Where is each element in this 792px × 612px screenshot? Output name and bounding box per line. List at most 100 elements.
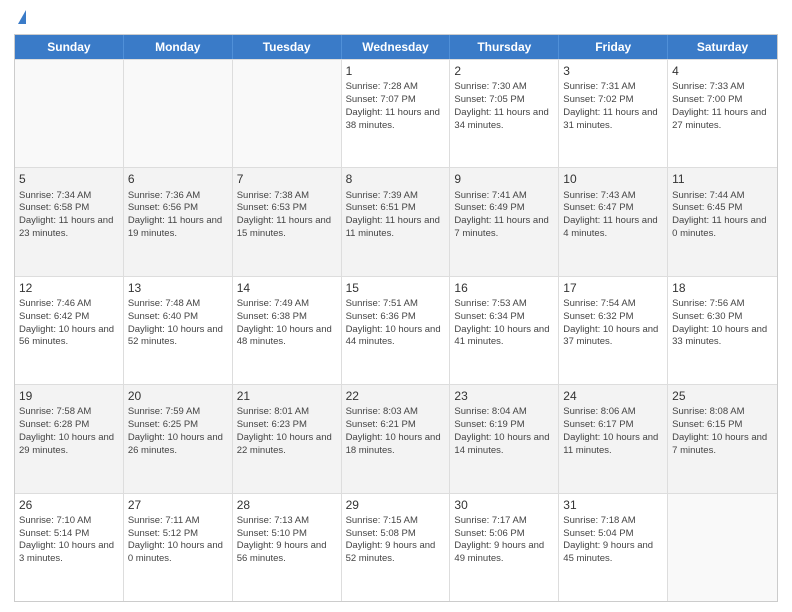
day-number: 7 xyxy=(237,171,337,187)
day-info: Sunrise: 7:41 AM Sunset: 6:49 PM Dayligh… xyxy=(454,190,554,241)
calendar-day-cell: 9 Sunrise: 7:41 AM Sunset: 6:49 PM Daylig… xyxy=(450,168,559,275)
day-number: 19 xyxy=(19,388,119,404)
day-number: 1 xyxy=(346,63,446,79)
calendar-day-cell: 18 Sunrise: 7:56 AM Sunset: 6:30 PM Dayli… xyxy=(668,277,777,384)
day-number: 23 xyxy=(454,388,554,404)
day-info: Sunrise: 7:33 AM Sunset: 7:00 PM Dayligh… xyxy=(672,81,773,132)
calendar-day-cell: 8 Sunrise: 7:39 AM Sunset: 6:51 PM Daylig… xyxy=(342,168,451,275)
day-number: 29 xyxy=(346,497,446,513)
calendar-day-cell: 12Sunrise: 7:46 AM Sunset: 6:42 PM Dayli… xyxy=(15,277,124,384)
calendar-day-cell: 5Sunrise: 7:34 AM Sunset: 6:58 PM Daylig… xyxy=(15,168,124,275)
day-info: Sunrise: 7:51 AM Sunset: 6:36 PM Dayligh… xyxy=(346,298,446,349)
day-info: Sunrise: 8:01 AM Sunset: 6:23 PM Dayligh… xyxy=(237,406,337,457)
day-number: 8 xyxy=(346,171,446,187)
day-info: Sunrise: 7:15 AM Sunset: 5:08 PM Dayligh… xyxy=(346,515,446,566)
calendar-day-cell: 28 Sunrise: 7:13 AM Sunset: 5:10 PM Dayli… xyxy=(233,494,342,601)
calendar-day-cell: 31 Sunrise: 7:18 AM Sunset: 5:04 PM Dayli… xyxy=(559,494,668,601)
day-number: 28 xyxy=(237,497,337,513)
day-number: 5 xyxy=(19,171,119,187)
calendar-day-cell: 27Sunrise: 7:11 AM Sunset: 5:12 PM Dayli… xyxy=(124,494,233,601)
calendar-row: 26 Sunrise: 7:10 AM Sunset: 5:14 PM Dayli… xyxy=(15,493,777,601)
day-info: Sunrise: 7:18 AM Sunset: 5:04 PM Dayligh… xyxy=(563,515,663,566)
weekday-header: Wednesday xyxy=(342,35,451,59)
day-info: Sunrise: 7:53 AM Sunset: 6:34 PM Dayligh… xyxy=(454,298,554,349)
weekday-header: Saturday xyxy=(668,35,777,59)
day-number: 17 xyxy=(563,280,663,296)
day-info: Sunrise: 7:39 AM Sunset: 6:51 PM Dayligh… xyxy=(346,190,446,241)
day-info: Sunrise: 8:08 AM Sunset: 6:15 PM Dayligh… xyxy=(672,406,773,457)
day-info: Sunrise: 7:46 AM Sunset: 6:42 PM Dayligh… xyxy=(19,298,119,349)
day-number: 15 xyxy=(346,280,446,296)
calendar-day-cell: 20Sunrise: 7:59 AM Sunset: 6:25 PM Dayli… xyxy=(124,385,233,492)
day-info: Sunrise: 7:58 AM Sunset: 6:28 PM Dayligh… xyxy=(19,406,119,457)
calendar-day-cell: 30 Sunrise: 7:17 AM Sunset: 5:06 PM Dayli… xyxy=(450,494,559,601)
calendar-day-cell: 16 Sunrise: 7:53 AM Sunset: 6:34 PM Dayli… xyxy=(450,277,559,384)
day-number: 24 xyxy=(563,388,663,404)
calendar-day-cell: 7 Sunrise: 7:38 AM Sunset: 6:53 PM Daylig… xyxy=(233,168,342,275)
calendar-empty-cell xyxy=(15,60,124,167)
day-number: 13 xyxy=(128,280,228,296)
weekday-header: Thursday xyxy=(450,35,559,59)
day-number: 14 xyxy=(237,280,337,296)
day-number: 11 xyxy=(672,171,773,187)
day-number: 9 xyxy=(454,171,554,187)
calendar-header: SundayMondayTuesdayWednesdayThursdayFrid… xyxy=(15,35,777,59)
day-info: Sunrise: 7:59 AM Sunset: 6:25 PM Dayligh… xyxy=(128,406,228,457)
calendar-day-cell: 3 Sunrise: 7:31 AM Sunset: 7:02 PM Daylig… xyxy=(559,60,668,167)
calendar-day-cell: 25 Sunrise: 8:08 AM Sunset: 6:15 PM Dayli… xyxy=(668,385,777,492)
calendar-empty-cell xyxy=(668,494,777,601)
logo xyxy=(14,10,26,26)
calendar-day-cell: 13 Sunrise: 7:48 AM Sunset: 6:40 PM Dayli… xyxy=(124,277,233,384)
calendar-day-cell: 23Sunrise: 8:04 AM Sunset: 6:19 PM Dayli… xyxy=(450,385,559,492)
day-info: Sunrise: 7:31 AM Sunset: 7:02 PM Dayligh… xyxy=(563,81,663,132)
day-number: 22 xyxy=(346,388,446,404)
calendar: SundayMondayTuesdayWednesdayThursdayFrid… xyxy=(14,34,778,602)
calendar-row: 1 Sunrise: 7:28 AM Sunset: 7:07 PM Daylig… xyxy=(15,59,777,167)
day-number: 16 xyxy=(454,280,554,296)
calendar-day-cell: 6 Sunrise: 7:36 AM Sunset: 6:56 PM Daylig… xyxy=(124,168,233,275)
calendar-day-cell: 21 Sunrise: 8:01 AM Sunset: 6:23 PM Dayli… xyxy=(233,385,342,492)
day-info: Sunrise: 7:30 AM Sunset: 7:05 PM Dayligh… xyxy=(454,81,554,132)
day-info: Sunrise: 7:36 AM Sunset: 6:56 PM Dayligh… xyxy=(128,190,228,241)
day-number: 30 xyxy=(454,497,554,513)
day-info: Sunrise: 7:28 AM Sunset: 7:07 PM Dayligh… xyxy=(346,81,446,132)
day-info: Sunrise: 7:10 AM Sunset: 5:14 PM Dayligh… xyxy=(19,515,119,566)
day-info: Sunrise: 7:13 AM Sunset: 5:10 PM Dayligh… xyxy=(237,515,337,566)
day-number: 6 xyxy=(128,171,228,187)
calendar-day-cell: 26 Sunrise: 7:10 AM Sunset: 5:14 PM Dayli… xyxy=(15,494,124,601)
day-info: Sunrise: 7:48 AM Sunset: 6:40 PM Dayligh… xyxy=(128,298,228,349)
calendar-day-cell: 11 Sunrise: 7:44 AM Sunset: 6:45 PM Dayli… xyxy=(668,168,777,275)
day-number: 21 xyxy=(237,388,337,404)
calendar-day-cell: 15 Sunrise: 7:51 AM Sunset: 6:36 PM Dayli… xyxy=(342,277,451,384)
day-number: 3 xyxy=(563,63,663,79)
day-info: Sunrise: 8:03 AM Sunset: 6:21 PM Dayligh… xyxy=(346,406,446,457)
weekday-header: Tuesday xyxy=(233,35,342,59)
weekday-header: Monday xyxy=(124,35,233,59)
day-number: 25 xyxy=(672,388,773,404)
calendar-day-cell: 29 Sunrise: 7:15 AM Sunset: 5:08 PM Dayli… xyxy=(342,494,451,601)
day-info: Sunrise: 7:38 AM Sunset: 6:53 PM Dayligh… xyxy=(237,190,337,241)
calendar-day-cell: 17 Sunrise: 7:54 AM Sunset: 6:32 PM Dayli… xyxy=(559,277,668,384)
day-info: Sunrise: 7:43 AM Sunset: 6:47 PM Dayligh… xyxy=(563,190,663,241)
day-info: Sunrise: 7:44 AM Sunset: 6:45 PM Dayligh… xyxy=(672,190,773,241)
day-number: 2 xyxy=(454,63,554,79)
weekday-header: Sunday xyxy=(15,35,124,59)
calendar-day-cell: 1 Sunrise: 7:28 AM Sunset: 7:07 PM Daylig… xyxy=(342,60,451,167)
day-info: Sunrise: 7:56 AM Sunset: 6:30 PM Dayligh… xyxy=(672,298,773,349)
calendar-row: 19 Sunrise: 7:58 AM Sunset: 6:28 PM Dayli… xyxy=(15,384,777,492)
calendar-empty-cell xyxy=(124,60,233,167)
calendar-row: 5Sunrise: 7:34 AM Sunset: 6:58 PM Daylig… xyxy=(15,167,777,275)
day-number: 18 xyxy=(672,280,773,296)
day-number: 31 xyxy=(563,497,663,513)
day-info: Sunrise: 7:54 AM Sunset: 6:32 PM Dayligh… xyxy=(563,298,663,349)
logo-icon xyxy=(18,10,26,24)
weekday-header: Friday xyxy=(559,35,668,59)
day-info: Sunrise: 7:17 AM Sunset: 5:06 PM Dayligh… xyxy=(454,515,554,566)
calendar-day-cell: 10Sunrise: 7:43 AM Sunset: 6:47 PM Dayli… xyxy=(559,168,668,275)
calendar-day-cell: 24Sunrise: 8:06 AM Sunset: 6:17 PM Dayli… xyxy=(559,385,668,492)
calendar-day-cell: 19 Sunrise: 7:58 AM Sunset: 6:28 PM Dayli… xyxy=(15,385,124,492)
day-number: 26 xyxy=(19,497,119,513)
day-info: Sunrise: 7:49 AM Sunset: 6:38 PM Dayligh… xyxy=(237,298,337,349)
calendar-row: 12Sunrise: 7:46 AM Sunset: 6:42 PM Dayli… xyxy=(15,276,777,384)
day-info: Sunrise: 7:11 AM Sunset: 5:12 PM Dayligh… xyxy=(128,515,228,566)
